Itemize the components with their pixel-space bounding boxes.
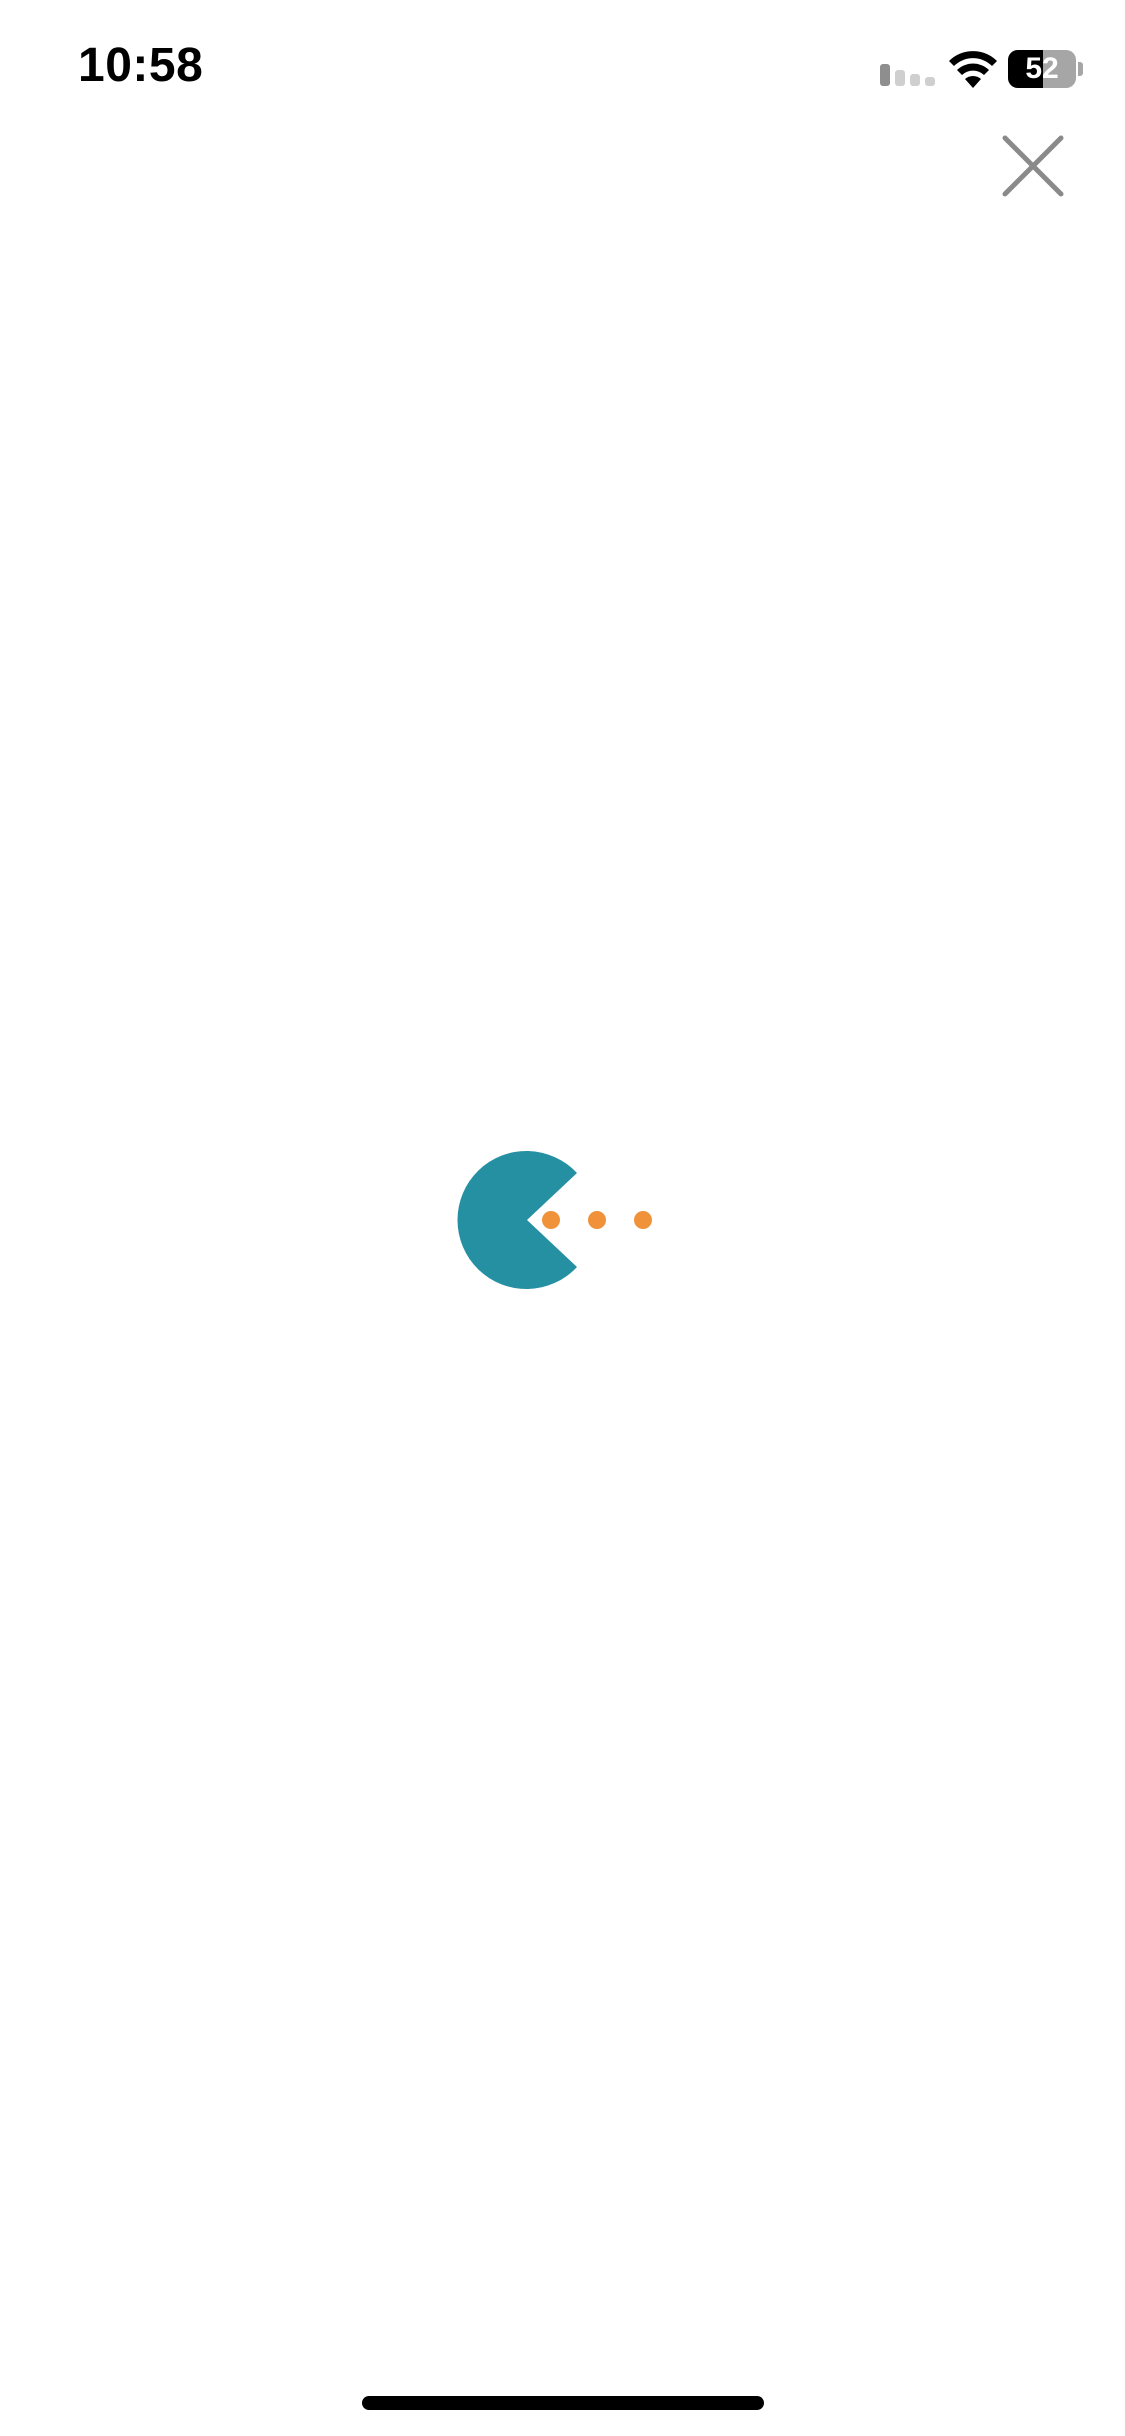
loading-dot: [634, 1211, 652, 1229]
battery-level: 52: [1025, 52, 1059, 85]
status-time: 10:58: [78, 39, 204, 92]
home-indicator[interactable]: [362, 2396, 764, 2410]
loading-dot: [542, 1211, 560, 1229]
loading-dot: [588, 1211, 606, 1229]
loading-indicator: [450, 1140, 670, 1300]
wifi-icon: [949, 51, 997, 88]
battery-cap: [1078, 62, 1083, 76]
pacman-loading-icon: [457, 1151, 652, 1289]
close-icon: [1002, 135, 1064, 197]
status-bar: 10:58 52: [0, 0, 1125, 140]
battery-icon: 52: [1008, 50, 1084, 88]
close-button[interactable]: [995, 128, 1071, 204]
cellular-signal-icon: [880, 64, 935, 86]
battery-body: 52: [1008, 50, 1076, 88]
